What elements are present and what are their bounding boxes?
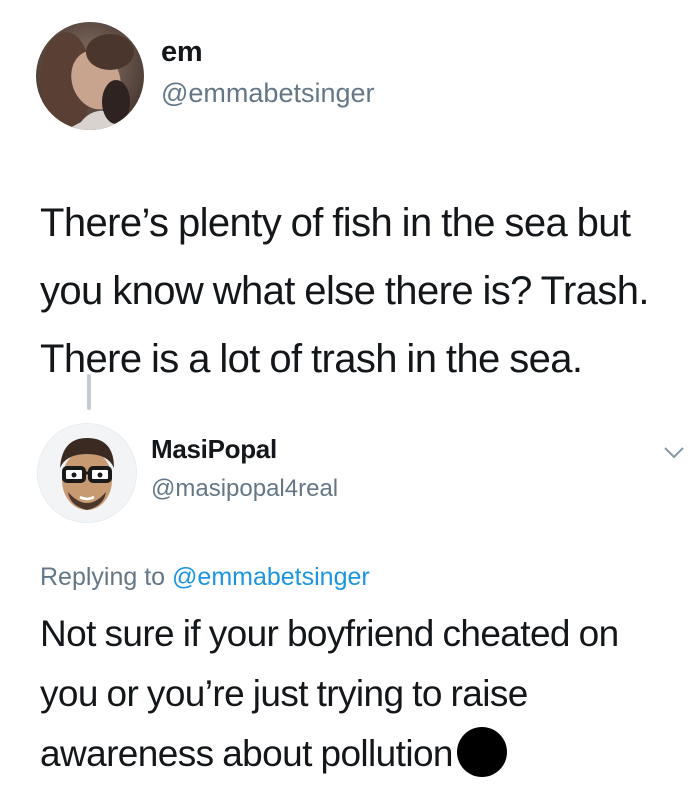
- black-circle-icon: [456, 727, 507, 778]
- author-handle[interactable]: @emmabetsinger: [161, 78, 375, 109]
- replying-to: Replying to @emmabetsinger: [40, 563, 370, 592]
- author-name[interactable]: em: [161, 36, 203, 69]
- tweet-text: There’s plenty of fish in the sea but yo…: [40, 201, 649, 381]
- reply-text: Not sure if your boyfriend cheated on yo…: [40, 613, 619, 774]
- profile-photo-icon: [36, 22, 144, 130]
- chevron-down-icon[interactable]: [662, 444, 686, 462]
- reply-author-name[interactable]: MasiPopal: [151, 434, 277, 465]
- thread-connector: [87, 374, 91, 410]
- reply-text-container: Not sure if your boyfriend cheated on yo…: [40, 604, 680, 784]
- replying-to-mention[interactable]: @emmabetsinger: [172, 563, 370, 591]
- reply-author-avatar[interactable]: [38, 424, 136, 522]
- replying-to-label: Replying to: [40, 563, 166, 591]
- author-avatar[interactable]: [36, 22, 144, 130]
- reply-author-handle[interactable]: @masipopal4real: [151, 475, 338, 503]
- cartoon-avatar-glasses-icon: [38, 424, 136, 522]
